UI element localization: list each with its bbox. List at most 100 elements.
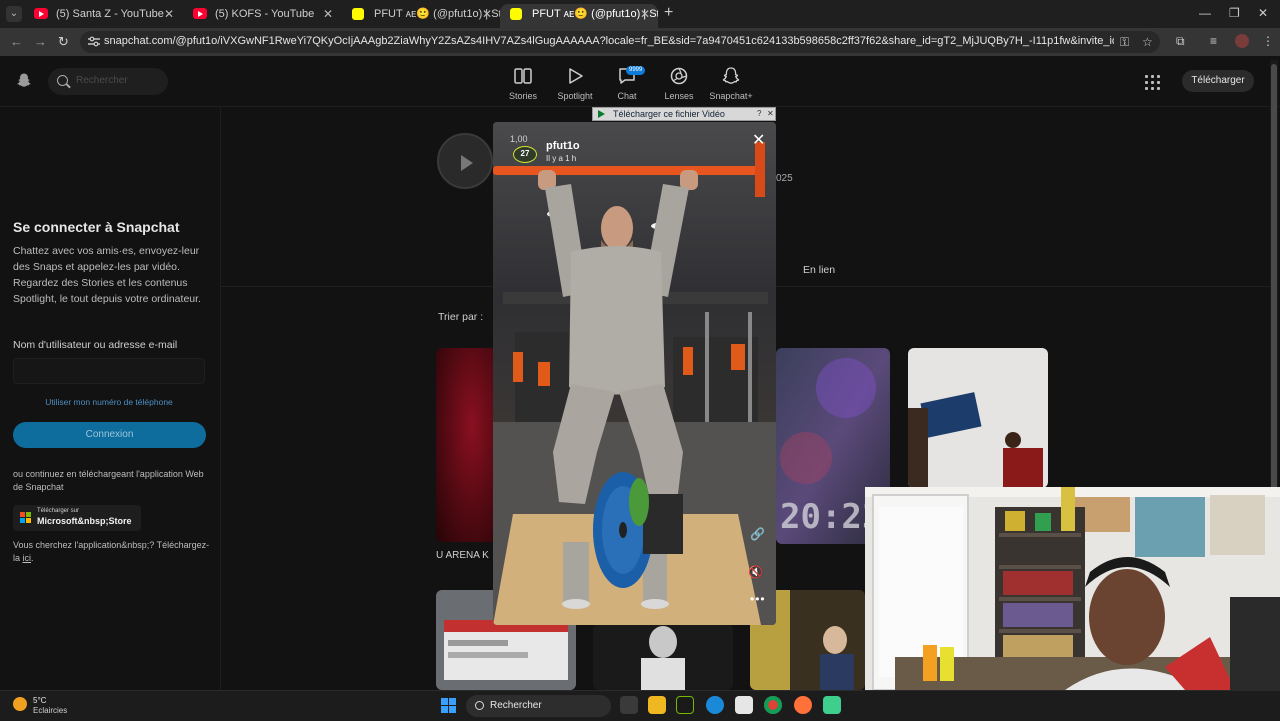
use-phone-link[interactable]: Utiliser mon numéro de téléphone	[13, 397, 205, 407]
file-explorer-icon[interactable]	[648, 696, 666, 714]
weather-temperature: 5°C	[33, 696, 47, 705]
address-bar[interactable]: snapchat.com/@pfut1o/iVXGwNF1RweYi7QKyOc…	[80, 31, 1160, 53]
spotlight-thumbnail[interactable]	[908, 348, 1048, 488]
snapchat-ghost-icon[interactable]	[16, 72, 32, 88]
close-tab-icon[interactable]: ✕	[164, 4, 174, 24]
download-play-icon	[598, 110, 605, 118]
bookmark-star-icon[interactable]: ☆	[1142, 35, 1153, 49]
more-options-icon[interactable]: •••	[750, 592, 766, 606]
firefox-icon[interactable]	[794, 696, 812, 714]
username-field[interactable]	[13, 358, 205, 384]
story-video-frame[interactable]	[493, 122, 776, 625]
story-avatar[interactable]: 27	[513, 146, 537, 163]
apps-grid-icon[interactable]	[1143, 73, 1163, 93]
tab-title: (5) KOFS - YouTube	[215, 8, 315, 20]
username-label: Nom d'utilisateur ou adresse e-mail	[13, 339, 178, 351]
find-app-link[interactable]: ici	[23, 553, 32, 563]
snapchat-header: Rechercher Stories Spotlight Chat 9999 L…	[0, 56, 1280, 107]
taskbar-search-input[interactable]: Rechercher	[466, 695, 611, 717]
story-username[interactable]: pfut1o	[546, 140, 580, 152]
minimize-icon[interactable]: —	[1199, 6, 1211, 20]
spotlight-thumbnail[interactable]	[593, 624, 733, 690]
nav-label: Chat	[617, 91, 637, 101]
webcam-feed	[865, 487, 1280, 690]
close-tab-icon[interactable]: ✕	[640, 4, 650, 24]
download-video-bar[interactable]: Télécharger ce fichier Vidéo ? ✕	[592, 107, 776, 121]
store-icon[interactable]	[735, 696, 753, 714]
profile-info-fragment: 025	[776, 173, 793, 184]
login-button[interactable]: Connexion	[13, 422, 206, 448]
weather-icon[interactable]	[13, 697, 27, 711]
thumbnail-image	[436, 348, 496, 542]
nav-label: Lenses	[664, 91, 694, 101]
extensions-icon[interactable]: ⧉	[1176, 34, 1185, 49]
spotlight-play-icon	[569, 68, 583, 84]
spotlight-thumbnail[interactable]	[436, 348, 496, 542]
lenses-icon	[670, 67, 688, 85]
search-input[interactable]: Rechercher	[48, 68, 168, 95]
continue-text: ou continuez en téléchargeant l'applicat…	[13, 469, 204, 492]
search-icon	[475, 701, 484, 710]
close-tab-icon[interactable]: ✕	[482, 4, 492, 24]
stories-icon	[514, 68, 532, 84]
browser-tab[interactable]: (5) KOFS - YouTube ✕	[183, 4, 341, 28]
find-app-prefix: Vous cherchez l'application&nbsp;? Téléc…	[13, 540, 210, 563]
nav-stories[interactable]: Stories	[493, 64, 553, 101]
forward-arrow-icon[interactable]: →	[34, 34, 47, 49]
task-view-icon[interactable]	[620, 696, 638, 714]
nav-snapchat-plus[interactable]: Snapchat+	[701, 64, 761, 101]
close-icon[interactable]: ✕	[752, 130, 765, 150]
store-small-text: Télécharger sur	[37, 508, 80, 514]
find-app-suffix: .	[31, 553, 34, 563]
profile-avatar[interactable]	[437, 133, 493, 189]
story-count: 1,00	[510, 134, 528, 144]
help-icon[interactable]: ?	[757, 108, 761, 120]
mute-icon[interactable]: 🔇	[748, 565, 763, 579]
reload-icon[interactable]: ↻	[58, 34, 69, 50]
login-panel: Se connecter à Snapchat Chattez avec vos…	[0, 107, 221, 690]
webcam-overlay	[865, 487, 1280, 690]
tab-strip-icon[interactable]: ≡	[1210, 34, 1217, 48]
edge-icon[interactable]	[706, 696, 724, 714]
browser-tabstrip: ⌄ (5) Santa Z - YouTube ✕ (5) KOFS - You…	[0, 0, 1280, 28]
nvidia-icon[interactable]	[676, 696, 694, 714]
login-title: Se connecter à Snapchat	[13, 219, 180, 235]
nav-label: Stories	[508, 91, 537, 101]
profile-avatar-icon[interactable]	[1235, 34, 1249, 48]
nav-lenses[interactable]: Lenses	[649, 64, 709, 101]
new-tab-button[interactable]: +	[664, 5, 673, 21]
story-viewer: 1,00 27 pfut1o Il y a 1 h ✕ 🔗 🔇 •••	[493, 122, 776, 625]
nav-spotlight[interactable]: Spotlight	[545, 64, 605, 101]
url-text: snapchat.com/@pfut1o/iVXGwNF1RweYi7QKyOc…	[104, 35, 1114, 47]
link-icon[interactable]: 🔗	[750, 527, 765, 541]
more-menu-icon[interactable]: ⋮	[1262, 34, 1274, 48]
download-app-button[interactable]: Télécharger	[1182, 70, 1254, 92]
site-info-icon[interactable]	[88, 36, 100, 47]
microsoft-store-badge[interactable]: Télécharger sur Microsoft&nbsp;Store	[13, 505, 141, 531]
youtube-icon	[193, 8, 207, 19]
maximize-icon[interactable]: ❐	[1229, 6, 1240, 20]
story-timestamp: Il y a 1 h	[546, 154, 577, 163]
search-icon	[57, 75, 68, 86]
thumbnail-title: U ARENA K	[436, 550, 489, 561]
snapchat-icon	[510, 8, 522, 20]
chrome-icon[interactable]	[764, 696, 782, 714]
browser-toolbar: ← → ↻ snapchat.com/@pfut1o/iVXGwNF1RweYi…	[0, 28, 1280, 56]
snapchat-icon	[352, 8, 364, 20]
browser-tab-active[interactable]: PFUT ᴀᴇ🙂 (@pfut1o) | Stories... ✕	[500, 4, 658, 28]
browser-tab[interactable]: (5) Santa Z - YouTube ✕	[24, 4, 182, 28]
password-key-icon[interactable]: ⚿	[1120, 35, 1129, 50]
back-arrow-icon[interactable]: ←	[10, 34, 23, 49]
tab-search-menu-button[interactable]: ⌄	[6, 6, 22, 22]
tab-en-lien[interactable]: En lien	[803, 264, 835, 276]
browser-tab[interactable]: PFUT ᴀᴇ🙂 (@pfut1o) | Stories... ✕	[342, 4, 500, 28]
weather-description: Eclaircies	[33, 706, 68, 715]
close-window-icon[interactable]: ✕	[1258, 6, 1268, 20]
windows-start-icon[interactable]	[441, 698, 457, 714]
close-icon[interactable]: ✕	[767, 108, 774, 120]
close-tab-icon[interactable]: ✕	[323, 4, 333, 24]
tab-title: (5) Santa Z - YouTube	[56, 8, 164, 20]
app-icon[interactable]	[823, 696, 841, 714]
microsoft-logo-icon	[20, 512, 32, 524]
chat-badge: 9999	[626, 66, 646, 75]
